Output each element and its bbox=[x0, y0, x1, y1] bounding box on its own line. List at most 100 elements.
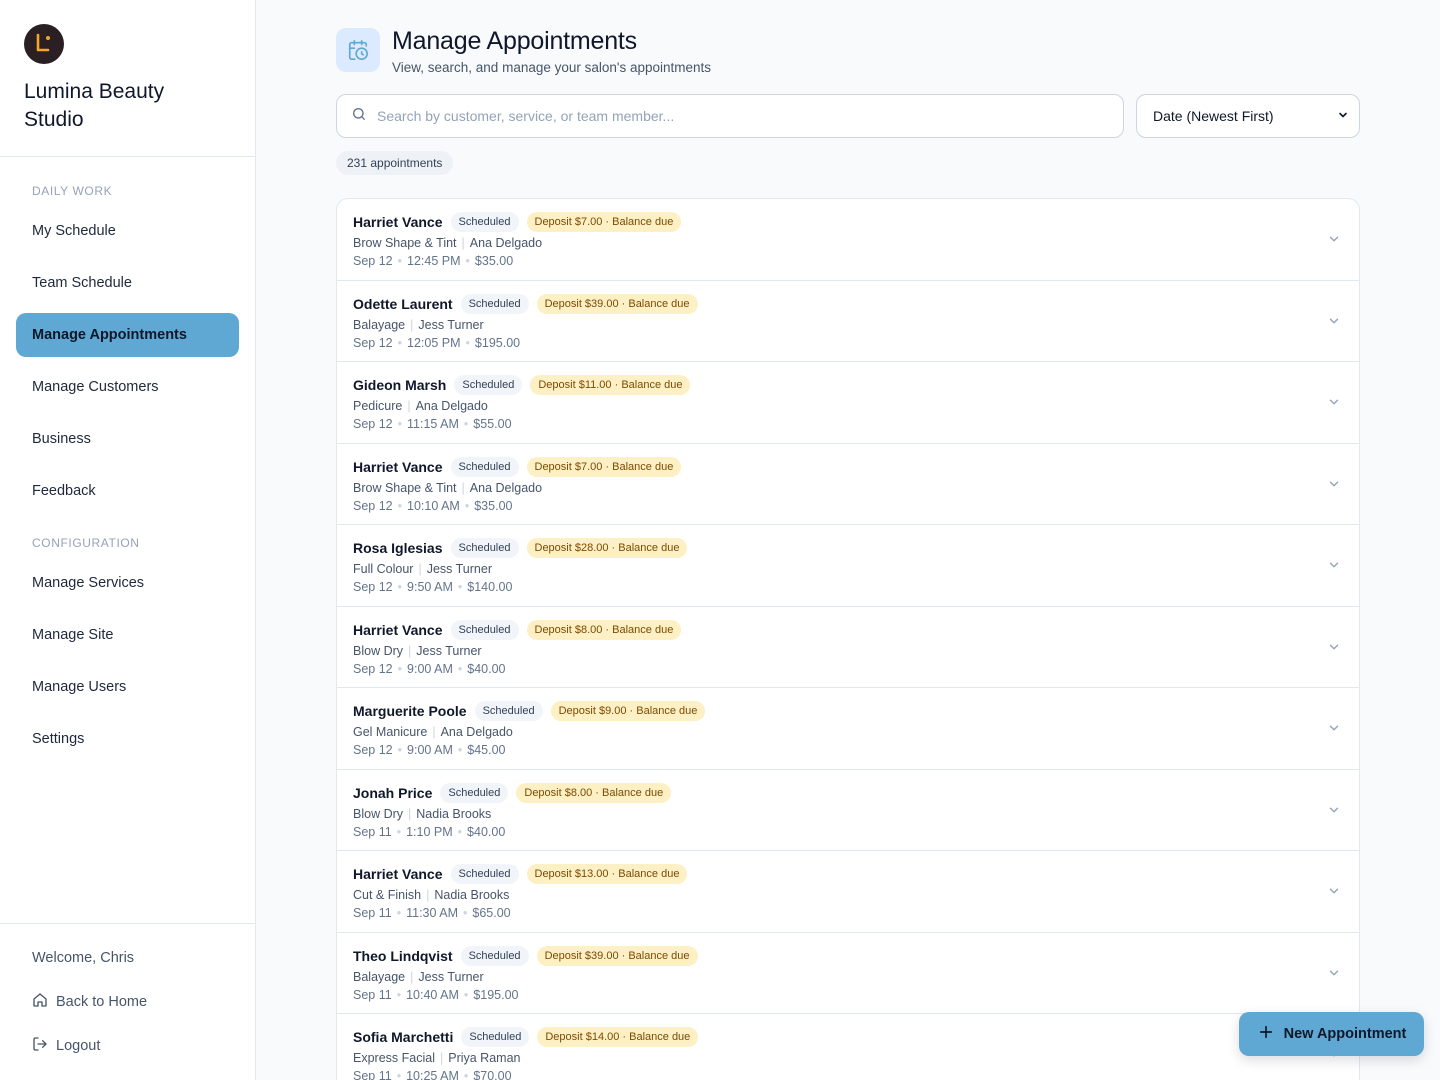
service-line: Express Facial | Priya Raman bbox=[353, 1050, 1343, 1066]
service-line: Balayage | Jess Turner bbox=[353, 317, 1343, 333]
sort-select-value: Date (Newest First) bbox=[1153, 108, 1274, 124]
appointment-price: $40.00 bbox=[467, 824, 506, 839]
nav-item-manage-appointments[interactable]: Manage Appointments bbox=[16, 313, 239, 357]
appointment-row[interactable]: Theo Lindqvist Scheduled Deposit $39.00 · … bbox=[337, 933, 1359, 1014]
service-name: Cut & Finish bbox=[353, 888, 422, 902]
separator-dot: • bbox=[462, 906, 468, 920]
appointment-price: $140.00 bbox=[467, 580, 513, 594]
appointment-date: Sep 12 bbox=[353, 254, 393, 268]
sort-select[interactable]: Date (Newest First) bbox=[1136, 94, 1360, 138]
page-header: Manage Appointments View, search, and ma… bbox=[336, 27, 711, 75]
deposit-badge: Deposit $13.00 · Balance due bbox=[526, 864, 688, 884]
separator-dot: • bbox=[397, 580, 403, 594]
deposit-badge: Deposit $8.00 · Balance due bbox=[526, 619, 682, 640]
separator: | bbox=[408, 643, 412, 658]
staff-name: Ana Delgado bbox=[469, 480, 543, 495]
nav-item-my-schedule[interactable]: My Schedule bbox=[16, 209, 239, 253]
search-box bbox=[336, 94, 1124, 138]
service-line: Gel Manicure | Ana Delgado bbox=[353, 724, 1343, 740]
appointment-row[interactable]: Gideon Marsh Scheduled Deposit $11.00 · Ba… bbox=[337, 362, 1359, 444]
service-name: Express Facial bbox=[353, 1051, 435, 1065]
customer-name: Rosa Iglesias bbox=[353, 540, 443, 556]
appointment-row[interactable]: Odette Laurent Scheduled Deposit $39.00 · … bbox=[337, 281, 1359, 362]
expand-chevron-icon[interactable] bbox=[1327, 640, 1341, 659]
expand-chevron-icon[interactable] bbox=[1327, 232, 1341, 251]
new-appointment-button[interactable]: New Appointment bbox=[1239, 1012, 1424, 1056]
logout-label: Logout bbox=[56, 1038, 101, 1054]
back-to-home-link[interactable]: Back to Home bbox=[32, 992, 223, 1012]
deposit-badge: Deposit $7.00 · Balance due bbox=[526, 212, 682, 232]
nav-item-feedback[interactable]: Feedback bbox=[16, 469, 239, 513]
datetime-line: Sep 11 • 10:25 AM • $70.00 bbox=[353, 1068, 1343, 1080]
brand-name: Lumina Beauty Studio bbox=[24, 80, 165, 131]
separator-dot: • bbox=[397, 335, 403, 350]
service-line: Cut & Finish | Nadia Brooks bbox=[353, 887, 1343, 903]
appointment-row[interactable]: Harriet Vance Scheduled Deposit $7.00 · Ba… bbox=[337, 199, 1359, 281]
appointment-row[interactable]: Harriet Vance Scheduled Deposit $7.00 · Ba… bbox=[337, 444, 1359, 525]
service-line: Full Colour | Jess Turner bbox=[353, 561, 1343, 577]
appointment-row[interactable]: Harriet Vance Scheduled Deposit $8.00 · Ba… bbox=[337, 607, 1359, 688]
expand-chevron-icon[interactable] bbox=[1327, 803, 1341, 822]
staff-name: Jess Turner bbox=[426, 562, 492, 576]
appointment-row[interactable]: Sofia Marchetti Scheduled Deposit $14.00 ·… bbox=[337, 1014, 1359, 1080]
appointment-price: $35.00 bbox=[474, 254, 514, 268]
nav-item-business[interactable]: Business bbox=[16, 417, 239, 461]
separator: | bbox=[418, 562, 422, 576]
appointment-header: Sofia Marchetti Scheduled Deposit $14.00 ·… bbox=[353, 1027, 1343, 1047]
status-badge: Scheduled bbox=[450, 212, 519, 232]
nav-item-team-schedule[interactable]: Team Schedule bbox=[16, 261, 239, 305]
customer-name: Theo Lindqvist bbox=[353, 947, 453, 964]
search-icon bbox=[351, 106, 367, 127]
appointment-time: 11:15 AM bbox=[407, 417, 459, 431]
appointment-row[interactable]: Marguerite Poole Scheduled Deposit $9.00 ·… bbox=[337, 688, 1359, 770]
appointment-time: 11:30 AM bbox=[406, 906, 458, 920]
datetime-line: Sep 11 • 10:40 AM • $195.00 bbox=[353, 987, 1343, 1003]
nav-item-manage-customers[interactable]: Manage Customers bbox=[16, 365, 239, 409]
expand-chevron-icon[interactable] bbox=[1327, 884, 1341, 903]
nav-item-settings[interactable]: Settings bbox=[16, 717, 239, 761]
service-line: Blow Dry | Nadia Brooks bbox=[353, 806, 1343, 822]
staff-name: Jess Turner bbox=[416, 643, 482, 658]
expand-chevron-icon[interactable] bbox=[1327, 395, 1341, 414]
service-name: Blow Dry bbox=[353, 806, 404, 821]
status-badge: Scheduled bbox=[450, 619, 519, 640]
appointment-row[interactable]: Rosa Iglesias Scheduled Deposit $28.00 · B… bbox=[337, 525, 1359, 607]
service-name: Blow Dry bbox=[353, 643, 404, 658]
datetime-line: Sep 12 • 12:05 PM • $195.00 bbox=[353, 335, 1343, 351]
customer-name: Harriet Vance bbox=[353, 214, 443, 230]
customer-name: Harriet Vance bbox=[353, 458, 443, 475]
search-input[interactable] bbox=[377, 108, 1123, 124]
service-line: Pedicure | Ana Delgado bbox=[353, 398, 1343, 414]
appointment-price: $55.00 bbox=[473, 417, 512, 431]
nav-item-manage-users[interactable]: Manage Users bbox=[16, 665, 239, 709]
expand-chevron-icon[interactable] bbox=[1327, 477, 1341, 496]
service-name: Pedicure bbox=[353, 399, 403, 413]
expand-chevron-icon[interactable] bbox=[1327, 314, 1341, 333]
separator-dot: • bbox=[457, 824, 463, 839]
appointment-row[interactable]: Jonah Price Scheduled Deposit $8.00 · Bala… bbox=[337, 770, 1359, 851]
service-name: Gel Manicure bbox=[353, 725, 428, 739]
back-to-home-label: Back to Home bbox=[56, 994, 148, 1010]
expand-chevron-icon[interactable] bbox=[1327, 558, 1341, 577]
customer-name: Sofia Marchetti bbox=[353, 1029, 454, 1045]
sidebar-footer: Welcome, Chris Back to Home Logout bbox=[0, 923, 255, 1080]
appointment-price: $35.00 bbox=[474, 498, 513, 513]
expand-chevron-icon[interactable] bbox=[1327, 966, 1341, 985]
service-line: Balayage | Jess Turner bbox=[353, 969, 1343, 985]
service-name: Brow Shape & Tint bbox=[353, 236, 457, 250]
separator: | bbox=[461, 480, 465, 495]
appointment-header: Rosa Iglesias Scheduled Deposit $28.00 · B… bbox=[353, 538, 1343, 558]
nav-item-manage-services[interactable]: Manage Services bbox=[16, 561, 239, 605]
service-name: Balayage bbox=[353, 317, 406, 332]
nav-item-manage-site[interactable]: Manage Site bbox=[16, 613, 239, 657]
appointment-row[interactable]: Harriet Vance Scheduled Deposit $13.00 · B… bbox=[337, 851, 1359, 933]
appointment-time: 1:10 PM bbox=[406, 824, 453, 839]
logo[interactable] bbox=[24, 24, 64, 64]
deposit-badge: Deposit $8.00 · Balance due bbox=[516, 782, 672, 803]
appointment-time: 12:05 PM bbox=[407, 335, 461, 350]
expand-chevron-icon[interactable] bbox=[1327, 721, 1341, 740]
separator-dot: • bbox=[463, 417, 469, 431]
deposit-badge: Deposit $39.00 · Balance due bbox=[536, 293, 698, 314]
logout-link[interactable]: Logout bbox=[32, 1036, 223, 1056]
separator: | bbox=[407, 399, 411, 413]
